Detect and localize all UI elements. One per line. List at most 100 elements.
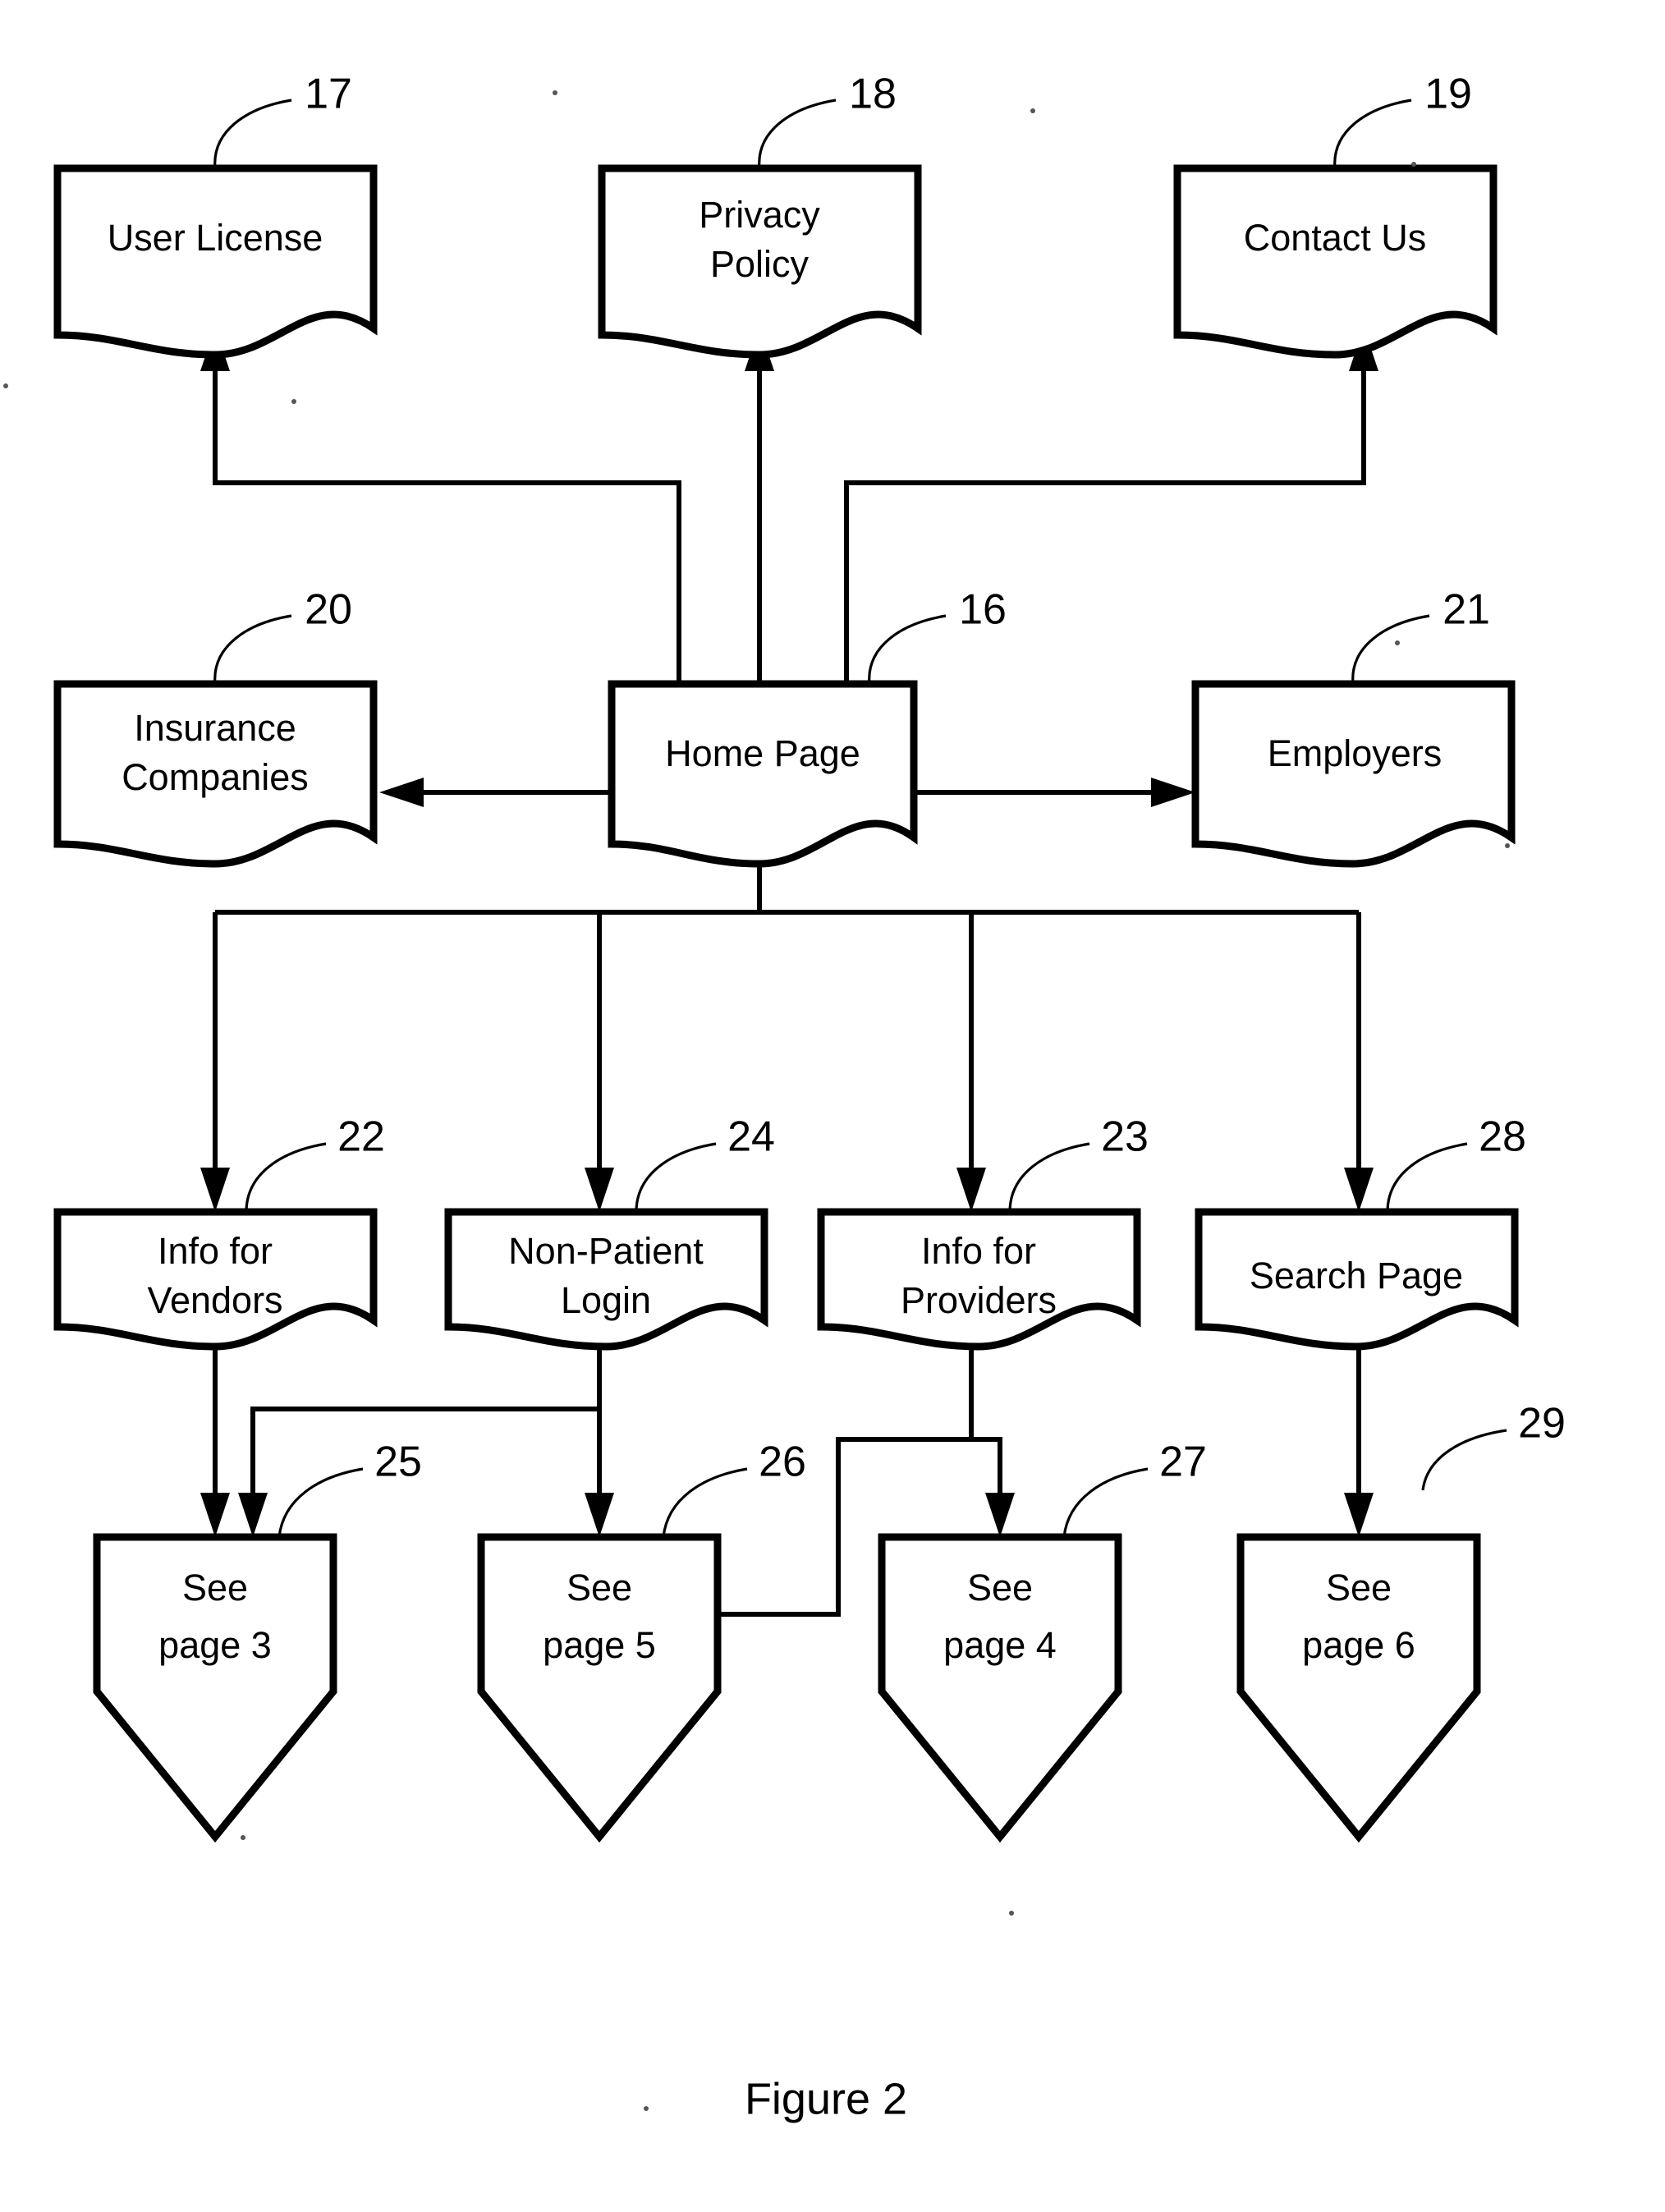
node-see-page-4[interactable]: See page 4 [878, 1533, 1122, 1843]
arrowhead-info-vendors [200, 1168, 230, 1212]
node-label-privacy-policy-line2: Policy [710, 243, 810, 285]
flow-diagram-canvas: User License 17 Privacy Policy 18 Contac… [3, 71, 1566, 2123]
ref-number-22: 22 [337, 1113, 385, 1161]
leader-line-22 [245, 1142, 327, 1213]
arrowhead-see-page-5 [585, 1493, 614, 1537]
arrowhead-see-page-3-a [200, 1493, 230, 1537]
ref-callout-20: 20 [213, 586, 352, 685]
ref-number-17: 17 [305, 71, 352, 118]
connector-vendors-to-see-page-3 [200, 1326, 230, 1537]
arrowhead-search-page [1344, 1168, 1374, 1212]
node-label-login-line2: Login [561, 1279, 651, 1321]
leader-line-23 [1008, 1142, 1090, 1213]
ref-callout-22: 22 [245, 1113, 385, 1213]
connector-home-to-privacy-policy [745, 327, 774, 686]
ref-callout-16: 16 [868, 586, 1007, 685]
node-see-page-3[interactable]: See page 3 [93, 1533, 337, 1843]
figure-caption: Figure 2 [745, 2074, 907, 2123]
arrowhead-info-providers [956, 1168, 986, 1212]
node-label-see-page-4-line2: page 4 [943, 1624, 1057, 1666]
ref-callout-25: 25 [278, 1439, 422, 1538]
ref-callout-28: 28 [1386, 1113, 1526, 1213]
connector-home-to-employers [914, 778, 1195, 807]
node-label-see-page-6-line2: page 6 [1302, 1624, 1415, 1666]
leader-line-25 [278, 1467, 364, 1538]
ref-callout-27: 27 [1062, 1439, 1207, 1538]
ref-number-29: 29 [1518, 1400, 1566, 1448]
node-label-contact-us: Contact Us [1244, 217, 1427, 259]
ref-callout-24: 24 [635, 1113, 775, 1213]
ref-number-20: 20 [305, 586, 352, 634]
node-label-user-license: User License [108, 217, 323, 259]
ref-number-23: 23 [1101, 1113, 1149, 1161]
ref-callout-19: 19 [1333, 71, 1472, 169]
node-info-for-providers[interactable]: Info for Providers [817, 1208, 1141, 1351]
arrowhead-see-page-3-b [238, 1493, 268, 1537]
connector-home-to-insurance [379, 778, 612, 807]
connector-providers-to-see-page-4 [969, 1326, 1015, 1537]
ref-number-21: 21 [1443, 586, 1490, 634]
leader-line-20 [213, 614, 292, 685]
arrowhead-see-page-4 [985, 1493, 1015, 1537]
ref-number-26: 26 [759, 1439, 806, 1486]
leader-line-21 [1351, 614, 1430, 685]
node-info-for-vendors[interactable]: Info for Vendors [53, 1208, 378, 1351]
document-shape [53, 164, 378, 359]
node-home-page[interactable]: Home Page [608, 680, 918, 868]
leader-line-24 [635, 1142, 717, 1213]
connector-layer [200, 327, 1378, 1629]
leader-line-17 [213, 99, 292, 169]
node-label-see-page-4-line1: See [967, 1567, 1033, 1609]
node-label-vendors-line2: Vendors [147, 1279, 282, 1321]
ref-callout-17: 17 [213, 71, 352, 169]
node-employers[interactable]: Employers [1191, 680, 1516, 868]
ref-callout-18: 18 [758, 71, 897, 169]
connector-login-to-see-page-5 [585, 1409, 614, 1537]
node-search-page[interactable]: Search Page [1195, 1208, 1519, 1351]
node-insurance-companies[interactable]: Insurance Companies [53, 680, 378, 868]
node-see-page-5[interactable]: See page 5 [477, 1533, 722, 1843]
node-label-see-page-3-line1: See [182, 1567, 248, 1609]
leader-line-19 [1333, 99, 1412, 169]
node-label-providers-line2: Providers [901, 1279, 1057, 1321]
arrowhead-non-patient-login [585, 1168, 614, 1212]
scan-speck [553, 90, 557, 95]
leader-line-29 [1421, 1429, 1507, 1491]
node-label-see-page-6-line1: See [1326, 1567, 1392, 1609]
leader-line-27 [1062, 1467, 1149, 1538]
node-label-see-page-5-line2: page 5 [543, 1624, 656, 1666]
connector-home-to-contact-us [844, 327, 1378, 686]
arrowhead-see-page-6 [1344, 1493, 1374, 1537]
ref-number-19: 19 [1424, 71, 1472, 118]
patent-figure-2: User License 17 Privacy Policy 18 Contac… [0, 0, 1665, 2212]
scan-speck [644, 2106, 649, 2111]
scan-speck [291, 399, 296, 404]
ref-callout-29: 29 [1421, 1400, 1566, 1491]
node-label-see-page-5-line1: See [566, 1567, 632, 1609]
node-label-vendors-line1: Info for [158, 1230, 273, 1272]
document-shape [1173, 164, 1498, 359]
ref-number-25: 25 [374, 1439, 422, 1486]
scan-speck [1505, 843, 1510, 848]
arrowhead-insurance [379, 778, 424, 807]
node-label-employers: Employers [1268, 732, 1443, 774]
node-user-license[interactable]: User License [53, 164, 378, 359]
scan-speck [1411, 162, 1416, 167]
ref-number-24: 24 [727, 1113, 775, 1161]
scan-speck [3, 383, 8, 388]
leader-line-18 [758, 99, 837, 169]
node-contact-us[interactable]: Contact Us [1173, 164, 1498, 359]
leader-line-28 [1386, 1142, 1468, 1213]
ref-number-16: 16 [959, 586, 1007, 634]
ref-callout-23: 23 [1008, 1113, 1149, 1213]
node-label-home-page: Home Page [665, 732, 860, 774]
ref-callout-26: 26 [662, 1439, 806, 1538]
node-privacy-policy[interactable]: Privacy Policy [598, 164, 922, 359]
node-non-patient-login[interactable]: Non-Patient Login [444, 1208, 768, 1351]
arrowhead-employers [1151, 778, 1195, 807]
scan-speck [1009, 1911, 1014, 1916]
scan-speck [1030, 108, 1035, 113]
connector-home-to-user-license [200, 327, 681, 686]
scan-speck [1395, 640, 1400, 645]
node-see-page-6[interactable]: See page 6 [1236, 1533, 1481, 1843]
